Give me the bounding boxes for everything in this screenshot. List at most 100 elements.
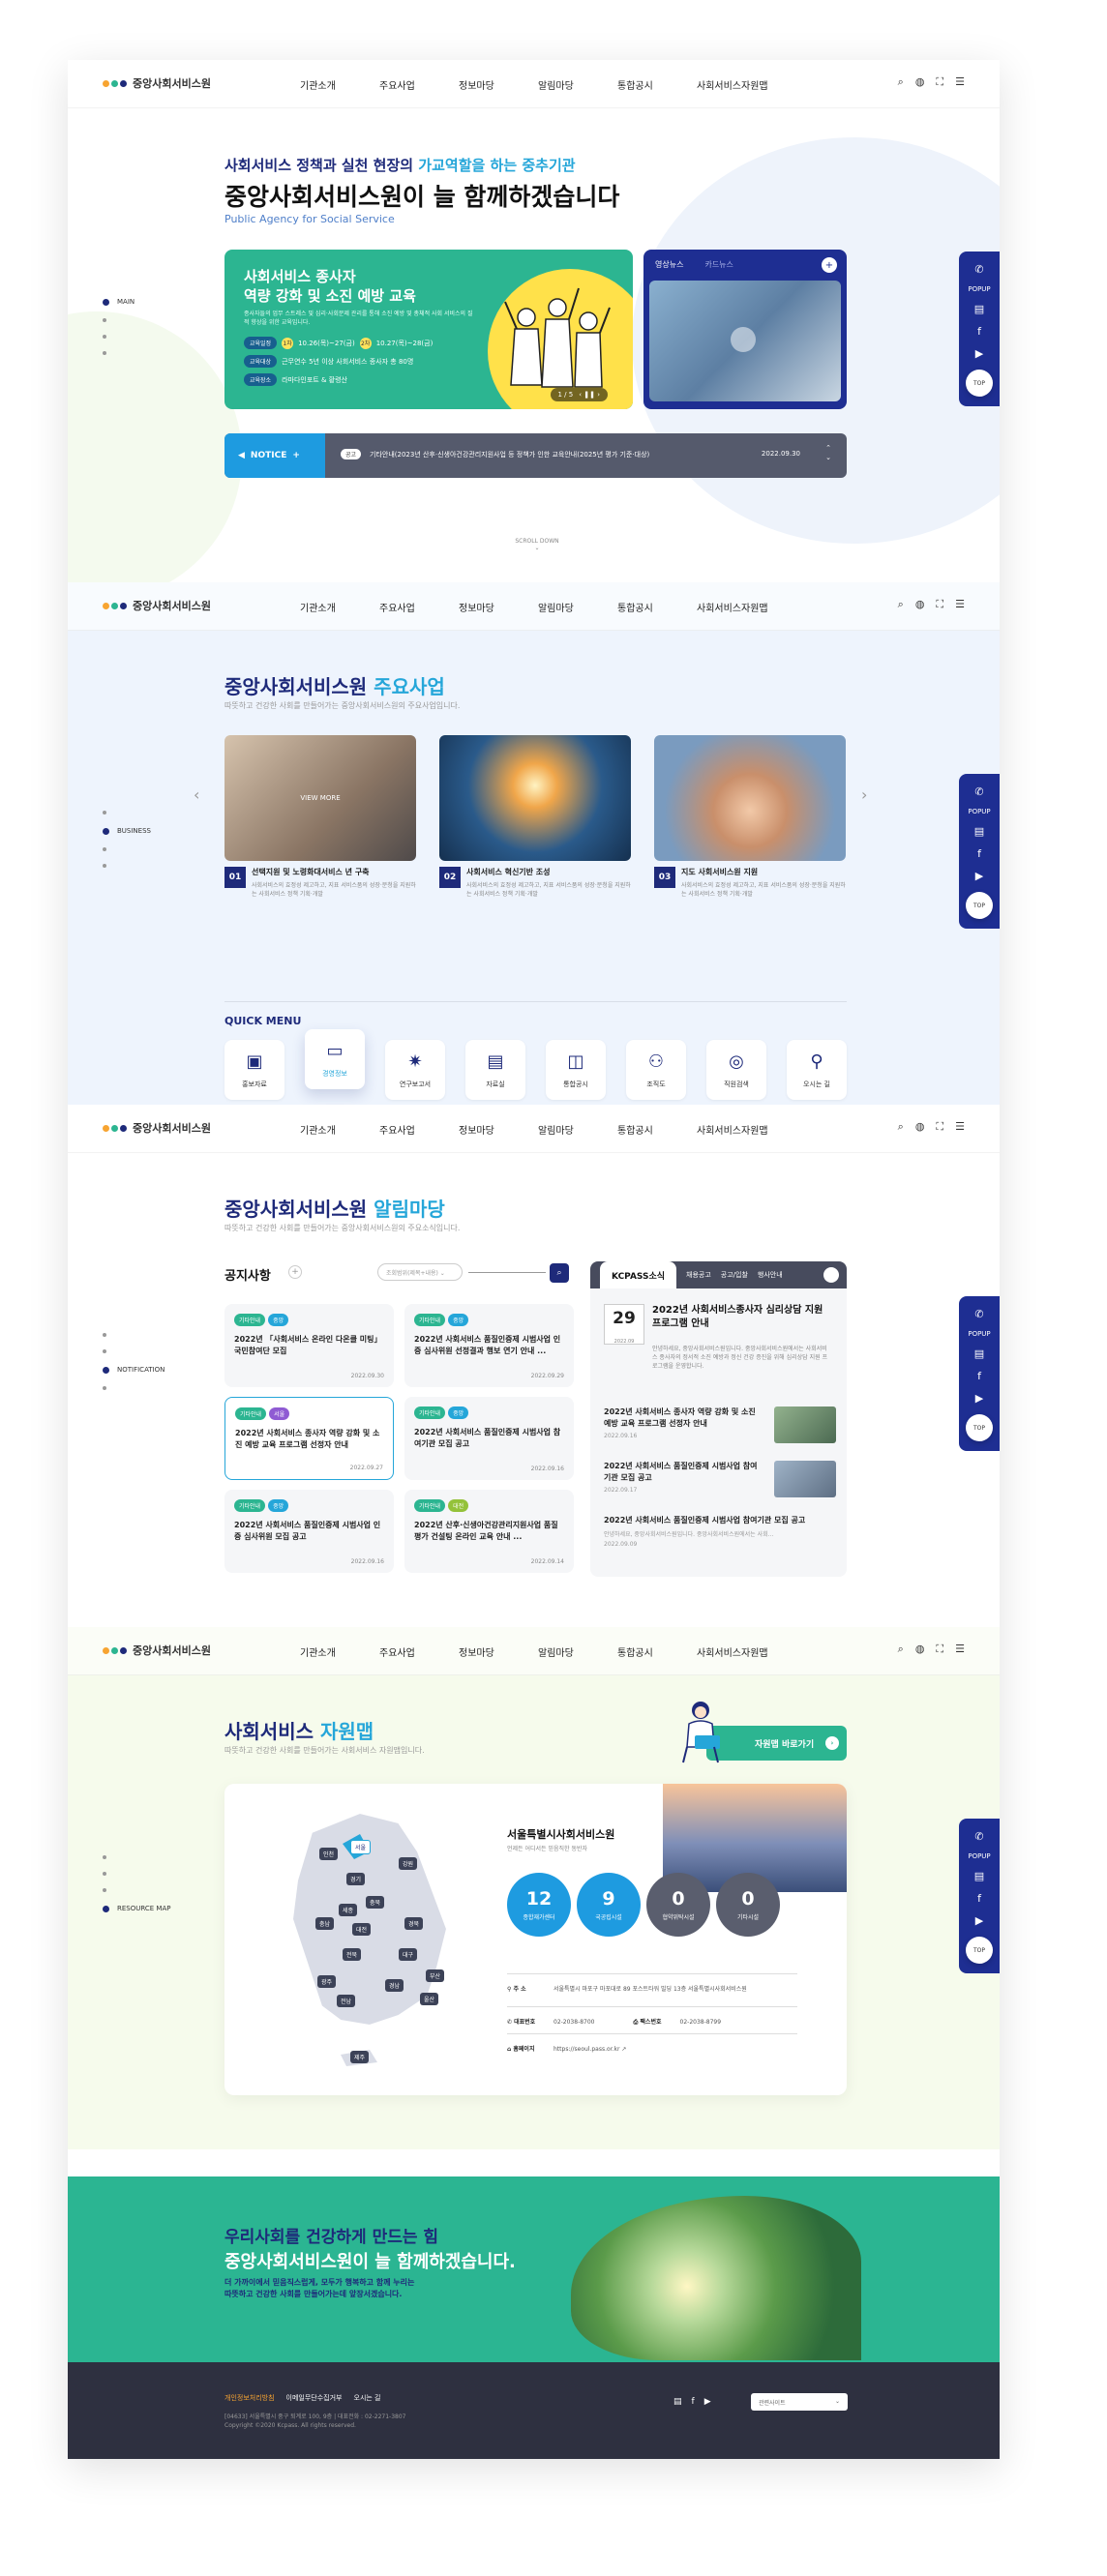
privacy-link[interactable]: 개인정보처리방침 [224,2393,275,2403]
globe-icon[interactable]: ◍ [915,1643,925,1656]
side-dot[interactable] [103,1855,170,1859]
youtube-icon[interactable]: ▶ [975,347,983,360]
chat-icon[interactable]: ▤ [974,303,984,315]
menu-icon[interactable]: ☰ [955,598,965,611]
email-policy-link[interactable]: 이메일무단수집거부 [286,2393,343,2403]
search-scope-select[interactable]: 조회범위(제목+내용) ⌄ [377,1263,463,1281]
news-item[interactable]: 2022년 사회서비스 품질인증제 시범사업 참여기관 모집 공고 2022.09… [604,1461,836,1497]
notice-arrows-icon[interactable]: ⌃ ⌄ [825,443,831,462]
prev-arrow-icon[interactable]: ‹ [194,785,199,804]
quick-menu-item[interactable]: ◎ 직원검색 [706,1040,766,1100]
chat-icon[interactable]: ▤ [974,1870,984,1882]
youtube-icon[interactable]: ▶ [704,2397,711,2407]
side-dot-business[interactable]: BUSINESS [103,827,151,835]
nav-item[interactable]: 알림마당 [538,600,617,614]
nav-item[interactable]: 기관소개 [300,1122,379,1137]
region-label[interactable]: 제주 [350,2051,370,2063]
region-label[interactable]: 충북 [366,1896,385,1909]
facebook-icon[interactable]: f [977,1892,981,1905]
center-website[interactable]: ⌂ 홈페이지 https://seoul.pass.or.kr ↗ [507,2033,797,2053]
facebook-icon[interactable]: f [692,2397,695,2407]
side-dot[interactable] [103,1349,165,1353]
search-icon[interactable]: ⌕ [898,75,904,89]
side-dot-main[interactable]: MAIN [103,298,135,306]
region-label[interactable]: 부산 [426,1969,445,1982]
quick-menu-item[interactable]: ▭ 경영정보 [305,1029,365,1089]
logo[interactable]: 중앙사회서비스원 [103,1643,211,1658]
news-item[interactable]: 2022년 사회서비스 품질인증제 시범사업 참여기관 모집 공고 안녕하세요,… [604,1515,836,1548]
nav-item[interactable]: 사회서비스자원맵 [697,1644,768,1659]
globe-icon[interactable]: ◍ [915,75,925,89]
region-label[interactable]: 강원 [399,1857,418,1870]
featured-news[interactable]: 29 2022.09 2022년 사회서비스종사자 심리상담 지원 프로그램 안내 [604,1304,826,1345]
nav-item[interactable]: 통합공시 [617,77,697,92]
fullscreen-icon[interactable]: ⛶ [936,1120,943,1134]
side-dot[interactable] [103,864,151,868]
tab-card-news[interactable]: 카드뉴스 [704,259,733,270]
top-button[interactable]: TOP [966,1937,993,1964]
play-icon[interactable] [731,327,756,352]
side-dot[interactable] [103,847,151,851]
tab-event[interactable]: 행사안내 [758,1270,783,1280]
popup-icon[interactable]: ✆ [974,263,983,276]
scroll-down[interactable]: SCROLL DOWN ⌄ [508,538,566,551]
menu-icon[interactable]: ☰ [955,75,965,89]
nav-item[interactable]: 통합공시 [617,1644,697,1659]
business-card[interactable]: 03 지도 사회서비스원 지원 사회서비스의 효정성 제고하고, 지표 서비스품의 … [654,735,846,899]
region-label[interactable]: 서울 [350,1840,372,1854]
main-banner[interactable]: 사회서비스 종사자 역량 강화 및 소진 예방 교육 종사자들의 업무 스트레스 … [224,250,633,409]
youtube-icon[interactable]: ▶ [975,870,983,882]
tab-bid[interactable]: 공고/입찰 [721,1270,748,1280]
tab-kcpass-news[interactable]: KCPASS소식 [600,1261,677,1288]
nav-item[interactable]: 사회서비스자원맵 [697,600,768,614]
facebook-icon[interactable]: f [977,847,981,860]
region-label[interactable]: 대구 [399,1948,418,1961]
search-button[interactable]: ⌕ [550,1263,569,1283]
region-label[interactable]: 전남 [337,1995,356,2007]
side-dot[interactable] [103,1386,165,1390]
youtube-icon[interactable]: ▶ [975,1914,983,1927]
chat-icon[interactable]: ▤ [974,1347,984,1360]
nav-item[interactable]: 정보마당 [459,1122,538,1137]
nav-item[interactable]: 사회서비스자원맵 [697,77,768,92]
facebook-icon[interactable]: f [977,1370,981,1382]
popup-icon[interactable]: ✆ [974,1308,983,1320]
fullscreen-icon[interactable]: ⛶ [936,598,943,611]
nav-item[interactable]: 정보마당 [459,77,538,92]
region-label[interactable]: 울산 [420,1993,439,2005]
quick-menu-item[interactable]: ▣ 홍보자료 [224,1040,284,1100]
side-dot[interactable] [103,1872,170,1876]
nav-item[interactable]: 알림마당 [538,77,617,92]
nav-item[interactable]: 기관소개 [300,600,379,614]
side-dot[interactable] [103,1333,165,1337]
directions-link[interactable]: 오시는 길 [354,2393,381,2403]
youtube-icon[interactable]: ▶ [975,1392,983,1405]
side-dot[interactable] [103,1888,170,1892]
search-icon[interactable]: ⌕ [898,1643,904,1656]
side-dot[interactable] [103,318,135,322]
chat-icon[interactable]: ▤ [974,825,984,838]
tab-video-news[interactable]: 영상뉴스 [655,259,683,270]
logo[interactable]: 중앙사회서비스원 [103,1120,211,1136]
next-arrow-icon[interactable]: › [861,785,867,804]
notice-card[interactable]: 기타안내 중앙 2022년 사회서비스 품질인증제 시범사업 인증 심사위원 선정… [404,1304,574,1387]
logo[interactable]: 중앙사회서비스원 [103,75,211,91]
region-label[interactable]: 인천 [319,1848,339,1860]
notice-card[interactable]: 기타안내 중앙 2022년 「사회서비스 온라인 다온클 미팅」 국민참여단 모집… [224,1304,394,1387]
region-label[interactable]: 경남 [385,1979,404,1992]
notice-card[interactable]: 기타안내 중앙 2022년 사회서비스 품질인증제 시범사업 인증 심사위원 모집… [224,1490,394,1573]
side-dot-resource-map[interactable]: RESOURCE MAP [103,1905,170,1912]
region-label[interactable]: 광주 [317,1975,337,1988]
fullscreen-icon[interactable]: ⛶ [936,1643,943,1656]
nav-item[interactable]: 통합공시 [617,1122,697,1137]
family-site-select[interactable]: 관련사이트 ⌄ [751,2393,848,2411]
notice-text[interactable]: 기타안내(2023년 산후·신생아건강관리지원사업 등 정책가 인한 교육안내(… [370,450,737,459]
nav-item[interactable]: 주요사업 [379,1644,459,1659]
fullscreen-icon[interactable]: ⛶ [936,75,943,89]
menu-icon[interactable]: ☰ [955,1643,965,1656]
business-card[interactable]: 02 사회서비스 혁신기반 조성 사회서비스의 효정성 제고하고, 지표 서비스품의… [439,735,631,899]
region-label[interactable]: 경북 [404,1917,424,1930]
top-button[interactable]: TOP [966,1414,993,1441]
region-label[interactable]: 경기 [346,1873,366,1885]
nav-item[interactable]: 사회서비스자원맵 [697,1122,768,1137]
